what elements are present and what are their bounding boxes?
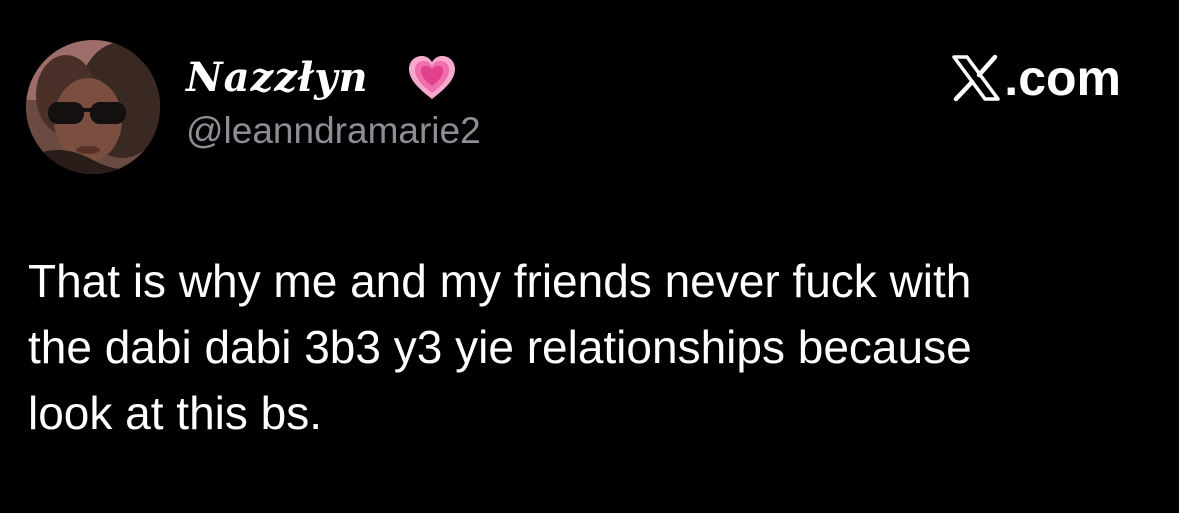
display-name[interactable]: Nazzłyn bbox=[186, 54, 369, 101]
tweet-card: Nazzłyn @leanndramarie2 .com That is why… bbox=[0, 0, 1179, 513]
brand-domain-text: .com bbox=[1004, 50, 1121, 106]
tweet-line: the dabi dabi 3b3 y3 yie relationships b… bbox=[28, 321, 972, 373]
x-com-brand: .com bbox=[950, 50, 1121, 106]
tweet-line: That is why me and my friends never fuck… bbox=[28, 255, 972, 307]
avatar[interactable] bbox=[26, 40, 160, 174]
avatar-photo bbox=[26, 40, 160, 174]
tweet-body: That is why me and my friends never fuck… bbox=[28, 248, 1128, 446]
tweet-line: look at this bs. bbox=[28, 387, 323, 439]
user-handle[interactable]: @leanndramarie2 bbox=[186, 110, 481, 152]
growing-heart-icon bbox=[409, 56, 455, 99]
x-logo-icon bbox=[952, 54, 1001, 102]
